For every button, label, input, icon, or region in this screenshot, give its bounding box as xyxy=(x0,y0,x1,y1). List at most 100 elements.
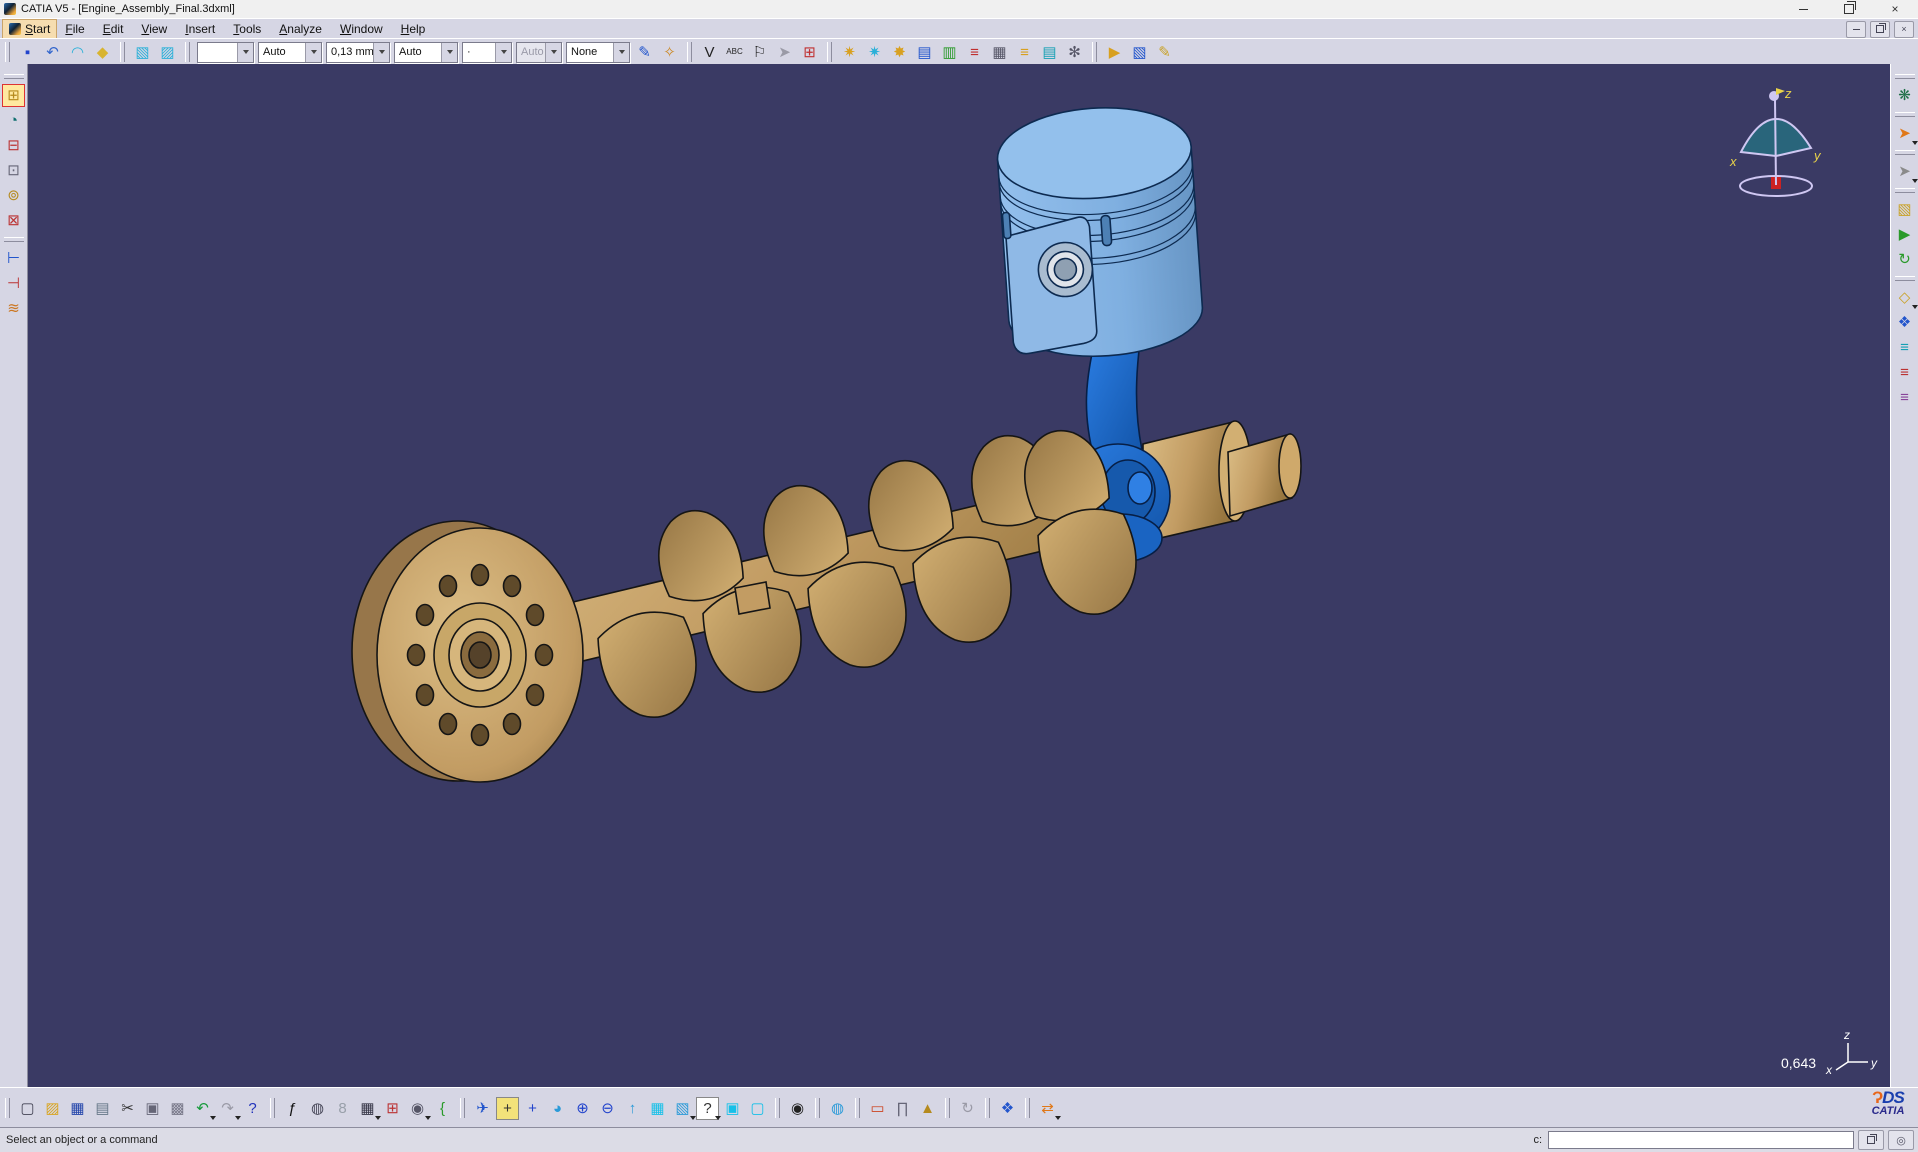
line-type-combo[interactable]: Auto xyxy=(394,42,458,63)
sparkle-doc-icon-2[interactable]: ✸ xyxy=(888,41,911,64)
normal-view-icon[interactable]: ↑ xyxy=(621,1097,644,1120)
manikin-icon[interactable]: 8 xyxy=(331,1097,354,1120)
render-shaded-icon[interactable]: ▣ xyxy=(721,1097,744,1120)
wizard-icon[interactable]: ✧ xyxy=(658,41,681,64)
structure-squares-icon[interactable]: ⊞ xyxy=(381,1097,404,1120)
named-views-icon[interactable]: ? xyxy=(696,1097,719,1120)
layer-combo-dropdown-button[interactable] xyxy=(613,43,629,62)
doc-tree-icon[interactable]: ▤ xyxy=(1038,41,1061,64)
dropdown-arrow-icon[interactable] xyxy=(1055,1116,1061,1120)
doc-update-icon[interactable]: ▧ xyxy=(1128,41,1151,64)
catalog-swirl-icon[interactable]: ↻ xyxy=(956,1097,979,1120)
dropdown-arrow-icon[interactable] xyxy=(1912,141,1918,145)
menu-item-start[interactable]: Start xyxy=(3,20,56,38)
redo-icon[interactable]: ↷ xyxy=(216,1097,239,1120)
new-document-icon[interactable]: ▢ xyxy=(16,1097,39,1120)
point-tool-icon[interactable]: ▪ xyxy=(16,41,39,64)
render-style-combo-dropdown-button[interactable] xyxy=(545,43,561,62)
doc-export-icon[interactable]: ▤ xyxy=(913,41,936,64)
browse-book-icon[interactable]: ❖ xyxy=(996,1097,1019,1120)
zoom-in-icon[interactable]: ⊕ xyxy=(571,1097,594,1120)
fit-all-in-icon[interactable]: + xyxy=(496,1097,519,1120)
select-cursor-icon[interactable]: ➤ xyxy=(1893,122,1916,145)
graph-tree-icon-3[interactable]: ≡ xyxy=(1893,386,1916,409)
render-style-combo[interactable]: Auto xyxy=(516,42,562,63)
tree-yellow-icon[interactable]: ≡ xyxy=(1013,41,1036,64)
iso-box-icon-2[interactable]: ▨ xyxy=(156,41,179,64)
paste-box-icon[interactable]: ▧ xyxy=(1893,198,1916,221)
constraints-bulb-icon[interactable]: ⊚ xyxy=(2,184,25,207)
close-button[interactable]: × xyxy=(1872,0,1918,18)
mdi-restore-button[interactable] xyxy=(1870,21,1890,38)
line-weight-combo-dropdown-button[interactable] xyxy=(373,43,389,62)
insert-existing-component-icon[interactable]: ▶ xyxy=(1893,223,1916,246)
doc-import-icon[interactable]: ▥ xyxy=(938,41,961,64)
sparkle-palette-icon[interactable]: ✷ xyxy=(838,41,861,64)
lock-icon[interactable]: ◉ xyxy=(406,1097,429,1120)
render-edges-icon[interactable]: ▢ xyxy=(746,1097,769,1120)
piston-model[interactable] xyxy=(994,102,1205,363)
undo-icon[interactable]: ↶ xyxy=(191,1097,214,1120)
opacity-combo-dropdown-button[interactable] xyxy=(305,43,321,62)
dropdown-arrow-icon[interactable] xyxy=(1912,179,1918,183)
layer-combo[interactable]: None xyxy=(566,42,630,63)
formula-icon[interactable]: ƒ xyxy=(281,1097,304,1120)
menu-item-window[interactable]: Window xyxy=(331,20,392,38)
sync-box-icon[interactable]: ↻ xyxy=(1893,248,1916,271)
pages-brace-icon[interactable]: { xyxy=(431,1097,454,1120)
line-type-combo-dropdown-button[interactable] xyxy=(441,43,457,62)
point-style-combo-dropdown-button[interactable] xyxy=(495,43,511,62)
status-info-button[interactable]: ◎ xyxy=(1888,1130,1914,1150)
flag-note-icon[interactable]: ⚐ xyxy=(748,41,771,64)
opacity-combo[interactable]: Auto xyxy=(258,42,322,63)
measure-ruler-icon[interactable]: ▭ xyxy=(866,1097,889,1120)
knowledge-speech-icon[interactable]: ◍ xyxy=(306,1097,329,1120)
hide-show-arrow-icon[interactable]: ➤ xyxy=(773,41,796,64)
menu-item-edit[interactable]: Edit xyxy=(94,20,133,38)
print-icon[interactable]: ▤ xyxy=(91,1097,114,1120)
rotate-icon[interactable]: ◕ xyxy=(546,1097,569,1120)
spline-icon[interactable]: ◠ xyxy=(66,41,89,64)
menu-item-analyze[interactable]: Analyze xyxy=(270,20,331,38)
reorder-tree-icon[interactable]: ⊣ xyxy=(2,272,25,295)
box-arrow-icon[interactable]: ▶ xyxy=(1103,41,1126,64)
pan-icon[interactable]: + xyxy=(521,1097,544,1120)
broken-link-icon[interactable]: ⊠ xyxy=(2,209,25,232)
graphic-color-combo[interactable] xyxy=(197,42,254,63)
product-structure-icon[interactable]: ⊞ xyxy=(2,84,25,107)
dropdown-arrow-icon[interactable] xyxy=(1912,305,1918,309)
viewport-3d[interactable]: z x y 0,643 z y x xyxy=(28,64,1890,1087)
minimize-button[interactable] xyxy=(1780,0,1826,18)
frame-tree-icon[interactable]: ⊞ xyxy=(798,41,821,64)
sparkle-doc-icon-1[interactable]: ✷ xyxy=(863,41,886,64)
copy-icon[interactable]: ▣ xyxy=(141,1097,164,1120)
menu-item-file[interactable]: File xyxy=(56,20,93,38)
open-box-icon[interactable]: ◇ xyxy=(1893,286,1916,309)
fly-mode-icon[interactable]: ✈ xyxy=(471,1097,494,1120)
painter-icon[interactable]: ✎ xyxy=(633,41,656,64)
cut-scissors-icon[interactable]: ✂ xyxy=(116,1097,139,1120)
graph-tree-icon-2[interactable]: ≡ xyxy=(1893,361,1916,384)
dialog-expand-button[interactable] xyxy=(1858,1130,1884,1150)
open-folder-icon[interactable]: ▨ xyxy=(41,1097,64,1120)
zoom-out-icon[interactable]: ⊖ xyxy=(596,1097,619,1120)
camera-icon[interactable]: ◉ xyxy=(786,1097,809,1120)
point-style-combo[interactable]: · xyxy=(462,42,512,63)
snap-arrows-icon[interactable]: ⇄ xyxy=(1036,1097,1059,1120)
view-compass[interactable]: z x y xyxy=(1729,86,1822,196)
update-gears-icon[interactable]: ❋ xyxy=(1893,84,1916,107)
help-cursor-icon[interactable]: ? xyxy=(241,1097,264,1120)
insert-component-icon[interactable]: ⊟ xyxy=(2,134,25,157)
mass-weight-icon[interactable]: ▲ xyxy=(916,1097,939,1120)
maximize-button[interactable] xyxy=(1826,0,1872,18)
save-icon[interactable]: ▦ xyxy=(66,1097,89,1120)
multi-view-icon[interactable]: ▦ xyxy=(646,1097,669,1120)
part-body-icon[interactable]: ⊡ xyxy=(2,159,25,182)
command-input[interactable] xyxy=(1548,1131,1854,1149)
text-annotation-icon[interactable]: ABC xyxy=(723,41,746,64)
menu-item-tools[interactable]: Tools xyxy=(224,20,270,38)
graph-tree-icon-1[interactable]: ≡ xyxy=(1893,336,1916,359)
menu-item-help[interactable]: Help xyxy=(392,20,435,38)
environment-icon[interactable]: ◍ xyxy=(826,1097,849,1120)
eraser-icon[interactable]: ◆ xyxy=(91,41,114,64)
